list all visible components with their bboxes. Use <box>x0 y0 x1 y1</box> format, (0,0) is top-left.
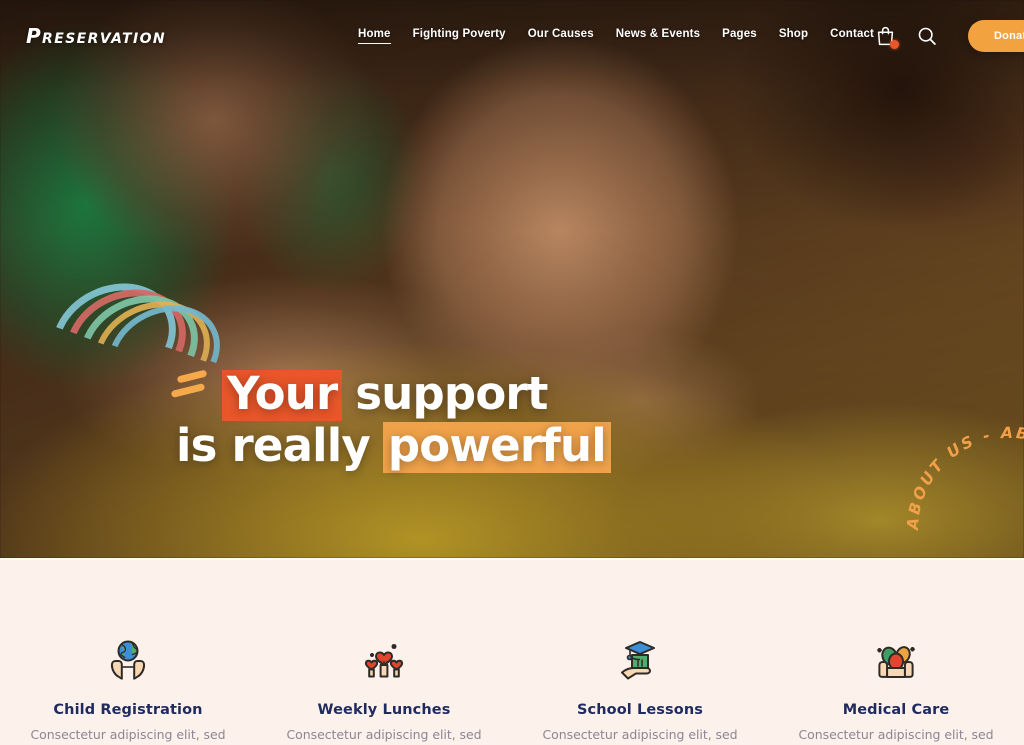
hero-overlay-scrim <box>0 0 1024 558</box>
service-card-school-lessons[interactable]: School Lessons Consectetur adipiscing el… <box>512 632 768 742</box>
page-root: Preservation Home Fighting Poverty Our C… <box>0 0 1024 745</box>
about-us-badge-label: ABOUT US - ABOUT US - ABOUT US - <box>904 424 1024 628</box>
nav-item-home[interactable]: Home <box>358 28 391 44</box>
about-us-circular-badge[interactable]: ABOUT US - ABOUT US - ABOUT US - <box>900 420 1024 640</box>
service-description: Consectetur adipiscing elit, sed <box>286 727 482 742</box>
service-description: Consectetur adipiscing elit, sed <box>798 727 994 742</box>
hands-holding-medicine-icon <box>867 632 925 690</box>
hand-holding-graduation-book-icon <box>611 632 669 690</box>
hero-headline: Your support is really powerful <box>170 366 611 474</box>
hero-headline-highlight-powerful: powerful <box>382 422 611 473</box>
service-title: Medical Care <box>842 702 950 718</box>
services-grid: Child Registration Consectetur adipiscin… <box>0 632 1024 742</box>
cart-button[interactable] <box>874 25 900 49</box>
hero-headline-highlight-your: Your <box>222 369 343 421</box>
nav-item-contact[interactable]: Contact <box>830 28 874 44</box>
hands-holding-globe-icon <box>99 632 157 690</box>
nav-item-fighting-poverty[interactable]: Fighting Poverty <box>413 28 506 44</box>
nav-item-shop[interactable]: Shop <box>779 28 808 44</box>
main-navigation: Home Fighting Poverty Our Causes News & … <box>358 28 874 44</box>
about-us-badge-text: ABOUT US - ABOUT US - ABOUT US - <box>904 424 1024 628</box>
service-description: Consectetur adipiscing elit, sed <box>30 727 226 742</box>
search-icon <box>918 27 936 45</box>
accent-dashes-icon <box>170 369 217 404</box>
service-card-child-registration[interactable]: Child Registration Consectetur adipiscin… <box>0 632 256 742</box>
nav-item-our-causes[interactable]: Our Causes <box>528 28 594 44</box>
site-header: Preservation Home Fighting Poverty Our C… <box>0 0 1024 72</box>
nav-item-pages[interactable]: Pages <box>722 28 757 44</box>
service-card-medical-care[interactable]: Medical Care Consectetur adipiscing elit… <box>768 632 1024 742</box>
service-card-weekly-lunches[interactable]: Weekly Lunches Consectetur adipiscing el… <box>256 632 512 742</box>
hero-headline-line-1-rest: support <box>340 367 548 420</box>
service-title: Child Registration <box>53 702 203 718</box>
hero-headline-line-2-lead: is really <box>176 419 385 473</box>
service-description: Consectetur adipiscing elit, sed <box>542 727 738 742</box>
search-button[interactable] <box>916 25 938 47</box>
hero-headline-line-2: is really powerful <box>176 418 611 473</box>
service-title: School Lessons <box>577 702 703 718</box>
header-actions: Donate <box>874 20 1024 52</box>
hands-holding-hearts-icon <box>355 632 413 690</box>
nav-item-news-events[interactable]: News & Events <box>616 28 700 44</box>
donate-button[interactable]: Donate <box>968 20 1024 52</box>
hero-headline-line-1: Your support <box>176 366 609 421</box>
cart-badge <box>890 40 900 49</box>
services-section: Child Registration Consectetur adipiscin… <box>0 558 1024 745</box>
service-title: Weekly Lunches <box>317 702 451 718</box>
site-logo[interactable]: Preservation <box>26 24 166 48</box>
hero-section <box>0 0 1024 558</box>
